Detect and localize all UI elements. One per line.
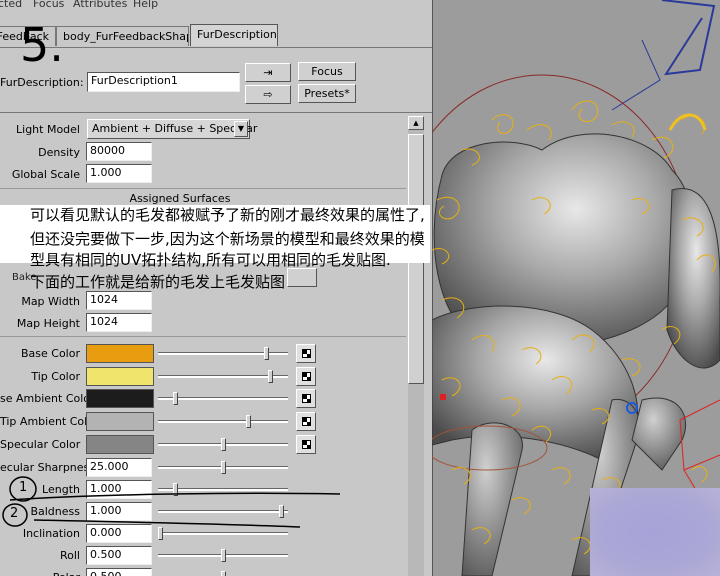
numeric-attr-field[interactable]: 0.000 bbox=[86, 523, 152, 543]
color-swatch[interactable] bbox=[86, 366, 154, 386]
map-width-field[interactable]: 1024 bbox=[86, 291, 152, 310]
menu-bar: cted Focus Attributes Help bbox=[0, 0, 432, 14]
light-model-dropdown[interactable]: Ambient + Diffuse + Specular ▼ bbox=[87, 119, 257, 139]
numeric-attr-label: Polar bbox=[0, 571, 80, 576]
vertical-scrollbar[interactable]: ▲ bbox=[408, 116, 424, 576]
copy-tab-button[interactable]: ⇨ bbox=[245, 85, 291, 104]
light-model-label: Light Model bbox=[16, 123, 80, 136]
checker-map-icon bbox=[302, 371, 311, 381]
global-scale-label: Global Scale bbox=[11, 168, 80, 181]
slider-handle[interactable] bbox=[279, 504, 285, 518]
numeric-attr-label: Roll bbox=[60, 548, 80, 562]
corner-glow bbox=[590, 488, 720, 576]
fur-description-name-field[interactable]: FurDescription1 bbox=[87, 72, 240, 92]
tutorial-note-line: 可以看见默认的毛发都被赋予了新的刚才最终效果的属性了, bbox=[30, 206, 425, 224]
tutorial-note-line: 下面的工作就是给新的毛发上毛发贴图 bbox=[30, 273, 286, 291]
copy-tab-icon: ⇨ bbox=[263, 88, 273, 101]
numeric-attr-label: ecular Sharpness bbox=[0, 460, 96, 474]
slider-handle[interactable] bbox=[268, 369, 273, 383]
section-divider bbox=[0, 188, 406, 189]
map-button[interactable] bbox=[296, 434, 316, 454]
light-model-value: Ambient + Diffuse + Specular bbox=[92, 122, 258, 135]
locator-marker bbox=[440, 394, 446, 400]
step-number: 5. bbox=[20, 18, 64, 72]
attributes-scroll-area: Light Model Ambient + Diffuse + Specular… bbox=[0, 114, 410, 576]
checker-map-icon bbox=[302, 439, 311, 449]
slider-handle[interactable] bbox=[220, 460, 226, 474]
numeric-attr-label: Length bbox=[42, 482, 80, 496]
numeric-attr-label: Inclination bbox=[22, 526, 80, 540]
numeric-attr-field[interactable]: 0.500 bbox=[86, 567, 152, 576]
slider-handle[interactable] bbox=[245, 415, 251, 429]
checker-map-icon bbox=[302, 394, 311, 404]
scroll-up-icon[interactable]: ▲ bbox=[408, 116, 424, 130]
color-attr-label: Tip Ambient Color bbox=[0, 415, 99, 429]
section-divider bbox=[0, 336, 406, 337]
chevron-down-icon: ▼ bbox=[234, 121, 248, 137]
map-button[interactable] bbox=[296, 412, 316, 432]
numeric-attr-field[interactable]: 1.000 bbox=[86, 501, 152, 521]
map-height-label: Map Height bbox=[16, 317, 80, 330]
numeric-attr-field[interactable]: 25.000 bbox=[86, 457, 152, 477]
focus-button[interactable]: Focus bbox=[298, 62, 356, 81]
checker-map-icon bbox=[302, 417, 311, 427]
checker-map-icon bbox=[302, 349, 311, 358]
numeric-attr-field[interactable]: 0.500 bbox=[86, 545, 152, 565]
color-attr-label: Base Color bbox=[20, 347, 80, 360]
tab-bar: Feedback body_FurFeedbackShape FurDescri… bbox=[0, 24, 432, 48]
map-width-label: Map Width bbox=[21, 295, 80, 308]
tab-divider bbox=[0, 47, 432, 48]
menu-item-focus[interactable]: Focus bbox=[33, 0, 64, 10]
slider-handle[interactable] bbox=[220, 437, 226, 451]
header-divider bbox=[0, 112, 432, 113]
bake-button[interactable] bbox=[287, 268, 317, 287]
slider-track[interactable] bbox=[158, 509, 288, 513]
color-swatch[interactable] bbox=[86, 344, 154, 363]
color-attr-label: se Ambient Color bbox=[0, 392, 95, 406]
fur-description-label: FurDescription: bbox=[0, 76, 84, 89]
tab-fur-description[interactable]: FurDescription1 bbox=[190, 24, 278, 46]
color-swatch[interactable] bbox=[86, 412, 154, 432]
density-field[interactable]: 80000 bbox=[86, 142, 152, 161]
slider-handle[interactable] bbox=[158, 526, 163, 540]
slider-track[interactable] bbox=[158, 420, 288, 424]
density-label: Density bbox=[38, 146, 80, 159]
slider-track[interactable] bbox=[158, 531, 288, 535]
menu-item-select[interactable]: cted bbox=[0, 0, 22, 10]
color-swatch[interactable] bbox=[86, 389, 154, 409]
tab-body-fur-feedback-shape[interactable]: body_FurFeedbackShape bbox=[56, 26, 189, 46]
circled-number-1: 1 bbox=[19, 480, 28, 495]
numeric-attr-field[interactable]: 1.000 bbox=[86, 479, 152, 499]
slider-handle[interactable] bbox=[173, 392, 178, 406]
tutorial-note-line: 型具有相同的UV拓扑结构,所有可以用相同的毛发贴图. bbox=[30, 251, 391, 269]
color-attr-label: Tip Color bbox=[31, 369, 80, 383]
slider-handle[interactable] bbox=[220, 548, 226, 562]
map-button[interactable] bbox=[296, 344, 316, 363]
circled-number-2: 2 bbox=[10, 506, 19, 521]
tutorial-note-line: 但还没完要做下一步,因为这个新场景的模型和最终效果的模 bbox=[30, 230, 425, 248]
color-attr-label: Specular Color bbox=[0, 437, 81, 451]
color-swatch[interactable] bbox=[86, 434, 154, 454]
presets-button[interactable]: Presets* bbox=[298, 84, 356, 103]
menu-item-help[interactable]: Help bbox=[133, 0, 158, 10]
map-button[interactable] bbox=[296, 389, 316, 409]
global-scale-field[interactable]: 1.000 bbox=[86, 164, 152, 183]
map-button[interactable] bbox=[296, 366, 316, 386]
slider-handle[interactable] bbox=[220, 570, 226, 576]
map-height-field[interactable]: 1024 bbox=[86, 313, 152, 332]
select-node-icon: ⇥ bbox=[263, 66, 273, 79]
menu-item-attributes[interactable]: Attributes bbox=[73, 0, 127, 10]
slider-handle[interactable] bbox=[264, 347, 270, 360]
select-node-button[interactable]: ⇥ bbox=[245, 63, 291, 82]
slider-handle[interactable] bbox=[173, 482, 178, 496]
